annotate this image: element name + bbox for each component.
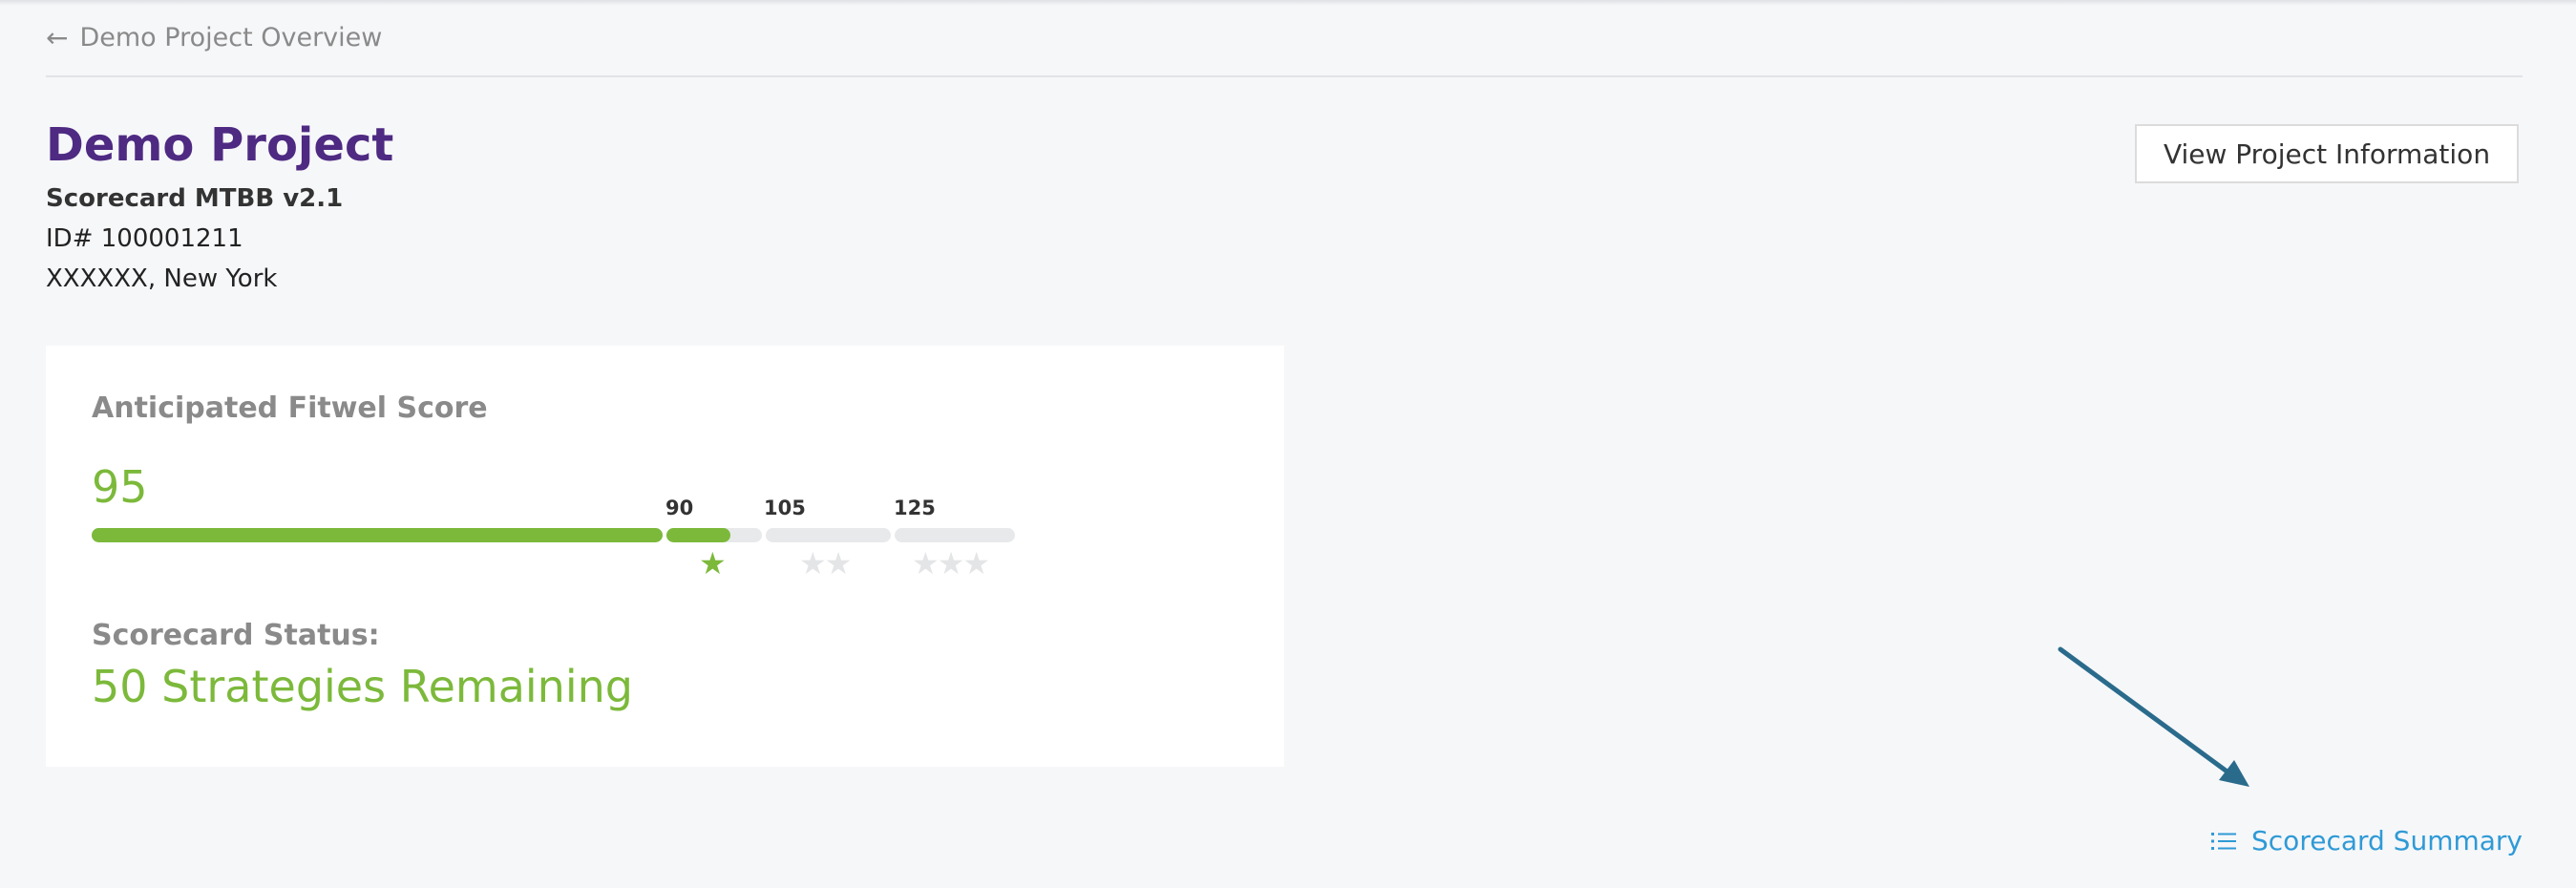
progress-segment-tier-2 [766,528,891,542]
tier-label-2: 105 [764,497,806,519]
star-icon: ★ [937,545,965,581]
scorecard-name: Scorecard MTBB v2.1 [46,184,344,213]
progress-segment-tier-1 [666,528,762,542]
progress-segment-base [92,528,663,542]
top-shadow [0,0,2576,6]
score-label: Anticipated Fitwel Score [92,391,488,425]
score-progress-bar [92,528,1015,542]
star-icon: ★ [824,545,853,581]
tier-2-stars: ★★ [799,545,853,581]
status-value: 50 Strategies Remaining [92,661,633,712]
header-divider [46,75,2523,77]
progress-fill [92,528,663,542]
tier-label-3: 125 [894,497,936,519]
star-icon: ★ [912,545,940,581]
score-value: 95 [92,461,148,513]
star-icon: ★ [799,545,827,581]
project-title: Demo Project [46,118,394,172]
tier-label-1: 90 [665,497,694,519]
project-location: XXXXXX, New York [46,264,278,293]
score-card: Anticipated Fitwel Score 95 90 105 125 ★… [46,346,1284,767]
list-icon [2211,832,2237,850]
star-icon: ★ [699,545,727,581]
scorecard-summary-link[interactable]: Scorecard Summary [2211,825,2523,856]
arrow-left-icon: ← [46,21,69,53]
star-icon: ★ [962,545,990,581]
breadcrumb-label: Demo Project Overview [79,23,383,53]
tier-1-stars: ★ [699,545,727,581]
breadcrumb[interactable]: ← Demo Project Overview [46,23,382,53]
project-id: ID# 100001211 [46,224,243,253]
progress-segment-tier-3 [895,528,1015,542]
progress-fill [666,528,730,542]
status-label: Scorecard Status: [92,619,380,652]
view-project-information-button[interactable]: View Project Information [2135,124,2519,183]
annotation-arrow-icon [2058,646,2249,787]
scorecard-summary-label: Scorecard Summary [2251,825,2523,856]
tier-3-stars: ★★★ [912,545,990,581]
